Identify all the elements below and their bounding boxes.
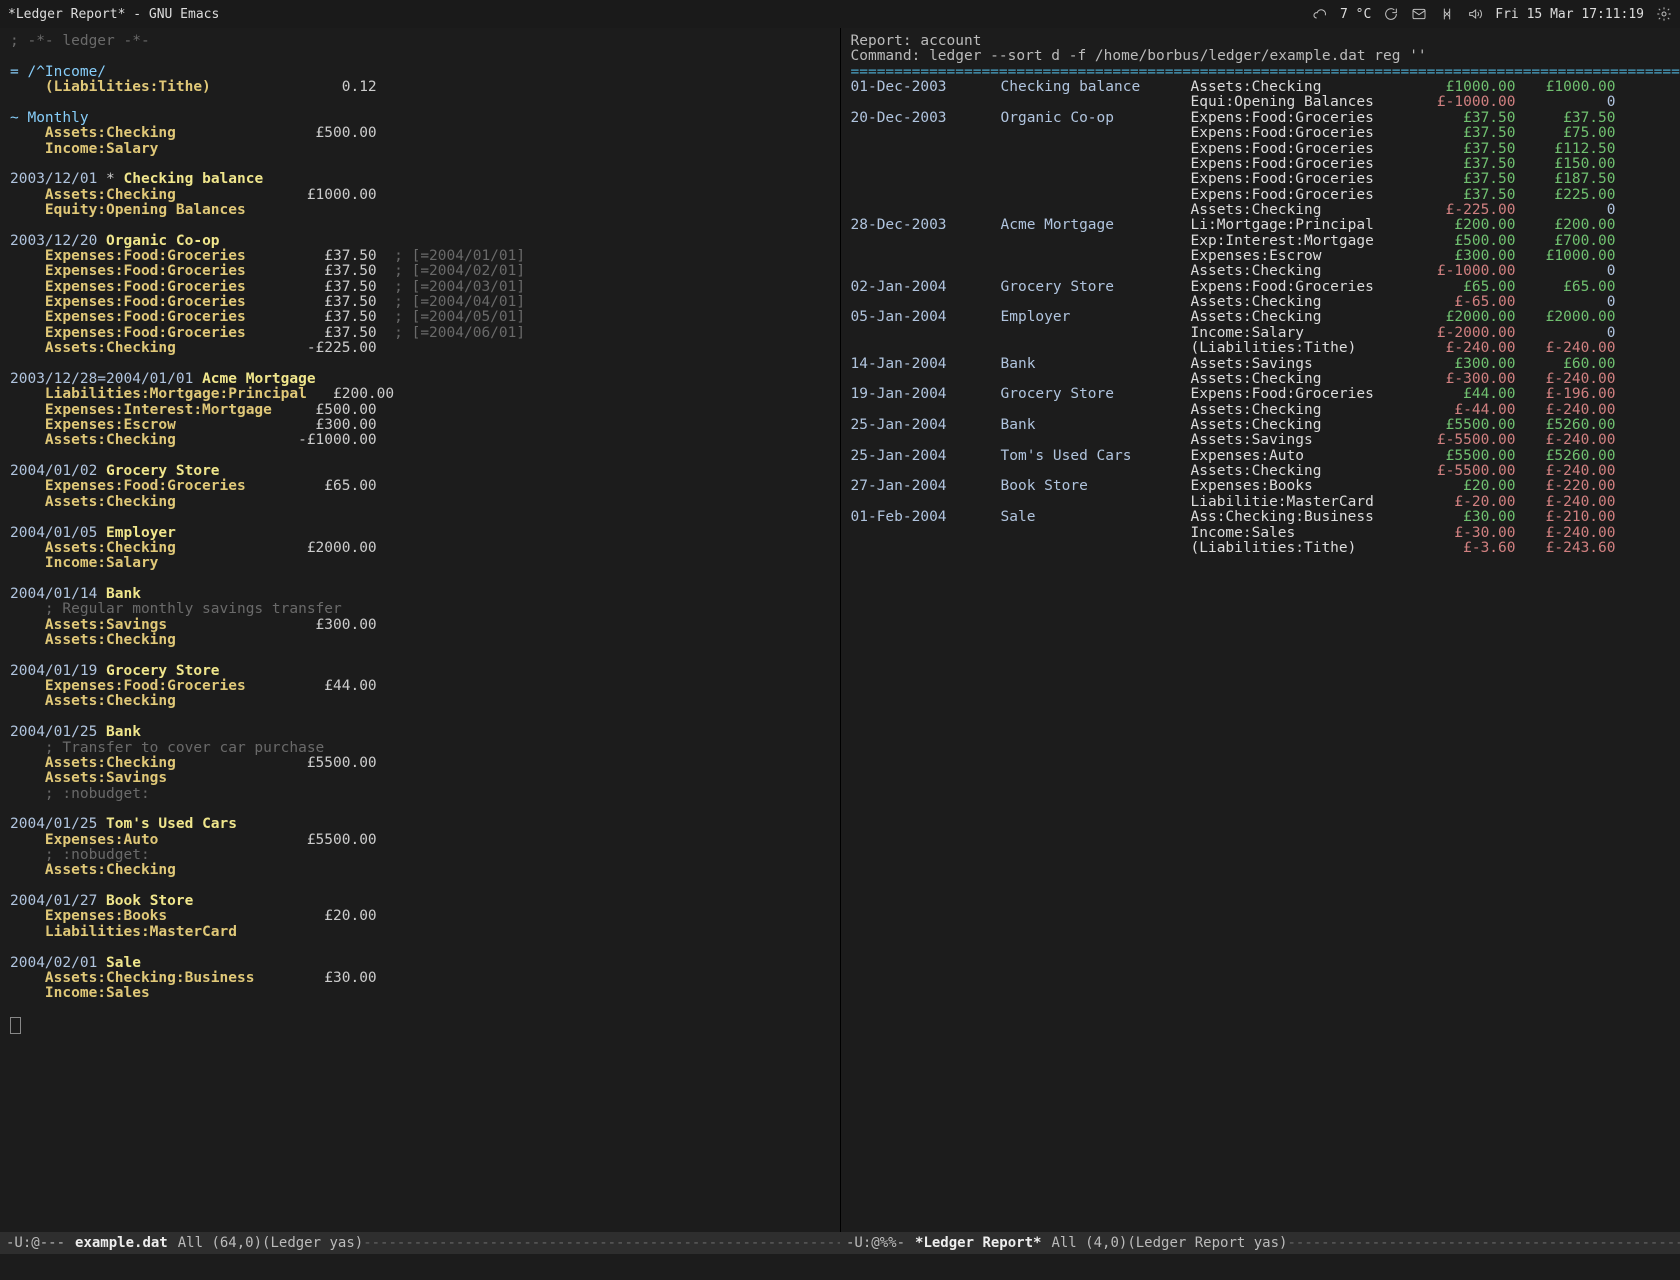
report-row: Expens:Food:Groceries£37.50£150.00 [851, 157, 1671, 172]
modeline-mode: (Ledger yas) [262, 1235, 363, 1251]
refresh-icon[interactable] [1383, 6, 1399, 22]
report-row: Exp:Interest:Mortgage£500.00£700.00 [851, 234, 1671, 249]
report-row: 28-Dec-2003Acme MortgageLi:Mortgage:Prin… [851, 218, 1671, 233]
report-row: Assets:Checking£-300.00£-240.00 [851, 372, 1671, 387]
settings-gear-icon[interactable] [1656, 6, 1672, 22]
buffer-name: *Ledger Report* [915, 1235, 1041, 1251]
report-row: Expens:Food:Groceries£37.50£112.50 [851, 142, 1671, 157]
modeline-left[interactable]: -U:@--- example.dat All (64,0) (Ledger y… [0, 1232, 840, 1254]
report-row: Assets:Checking£-225.000 [851, 203, 1671, 218]
report-row: Assets:Checking£-65.000 [851, 295, 1671, 310]
report-row: Expenses:Escrow£300.00£1000.00 [851, 249, 1671, 264]
system-tray: 7 °C Fri 15 Mar 17:11:19 [1312, 6, 1672, 22]
report-row: Assets:Checking£-44.00£-240.00 [851, 403, 1671, 418]
modeline-fill: ----------------------------------------… [1287, 1235, 1680, 1251]
minibuffer[interactable] [0, 1254, 1680, 1280]
ledger-report-pane[interactable]: Report: accountCommand: ledger --sort d … [841, 28, 1680, 1232]
modeline-fill: ----------------------------------------… [363, 1235, 840, 1251]
report-row: Expens:Food:Groceries£37.50£187.50 [851, 172, 1671, 187]
window-title: *Ledger Report* - GNU Emacs [8, 7, 219, 22]
report-row: (Liabilities:Tithe)£-240.00£-240.00 [851, 341, 1671, 356]
clock-text: Fri 15 Mar 17:11:19 [1495, 7, 1644, 22]
report-row: Income:Salary£-2000.000 [851, 326, 1671, 341]
volume-icon[interactable] [1467, 6, 1483, 22]
modeline-status: -U:@%%- [846, 1235, 905, 1251]
report-row: Equi:Opening Balances£-1000.000 [851, 95, 1671, 110]
report-row: 01-Feb-2004SaleAss:Checking:Business£30.… [851, 510, 1671, 525]
report-row: 20-Dec-2003Organic Co-opExpens:Food:Groc… [851, 111, 1671, 126]
modeline-right[interactable]: -U:@%%- *Ledger Report* All (4,0) (Ledge… [840, 1232, 1680, 1254]
report-row: Income:Sales£-30.00£-240.00 [851, 526, 1671, 541]
ledger-source-pane[interactable]: ; -*- ledger -*- = /^Income/ (Liabilitie… [0, 28, 841, 1232]
report-row: 01-Dec-2003Checking balanceAssets:Checki… [851, 80, 1671, 95]
report-row: Assets:Savings£-5500.00£-240.00 [851, 433, 1671, 448]
report-row: Assets:Checking£-5500.00£-240.00 [851, 464, 1671, 479]
modeline-pos: All (4,0) [1051, 1235, 1127, 1251]
report-row: 19-Jan-2004Grocery StoreExpens:Food:Groc… [851, 387, 1671, 402]
report-row: 02-Jan-2004Grocery StoreExpens:Food:Groc… [851, 280, 1671, 295]
report-row: 14-Jan-2004BankAssets:Savings£300.00£60.… [851, 357, 1671, 372]
weather-icon[interactable] [1312, 6, 1328, 22]
report-row: 05-Jan-2004EmployerAssets:Checking£2000.… [851, 310, 1671, 325]
weather-text: 7 °C [1340, 7, 1371, 22]
report-row: 27-Jan-2004Book StoreExpenses:Books£20.0… [851, 479, 1671, 494]
report-row: 25-Jan-2004BankAssets:Checking£5500.00£5… [851, 418, 1671, 433]
top-bar: *Ledger Report* - GNU Emacs 7 °C Fri 15 … [0, 0, 1680, 28]
report-row: Assets:Checking£-1000.000 [851, 264, 1671, 279]
text-cursor [10, 1017, 21, 1034]
report-row: (Liabilities:Tithe)£-3.60£-243.60 [851, 541, 1671, 556]
report-row: Expens:Food:Groceries£37.50£75.00 [851, 126, 1671, 141]
report-row: Liabilitie:MasterCard£-20.00£-240.00 [851, 495, 1671, 510]
buffer-name: example.dat [75, 1235, 168, 1251]
modeline-pos: All (64,0) [178, 1235, 262, 1251]
modeline-mode: (Ledger Report yas) [1127, 1235, 1287, 1251]
report-row: Expens:Food:Groceries£37.50£225.00 [851, 188, 1671, 203]
modeline-status: -U:@--- [6, 1235, 65, 1251]
mail-icon[interactable] [1411, 6, 1427, 22]
report-row: 25-Jan-2004Tom's Used CarsExpenses:Auto£… [851, 449, 1671, 464]
network-icon[interactable] [1439, 6, 1455, 22]
